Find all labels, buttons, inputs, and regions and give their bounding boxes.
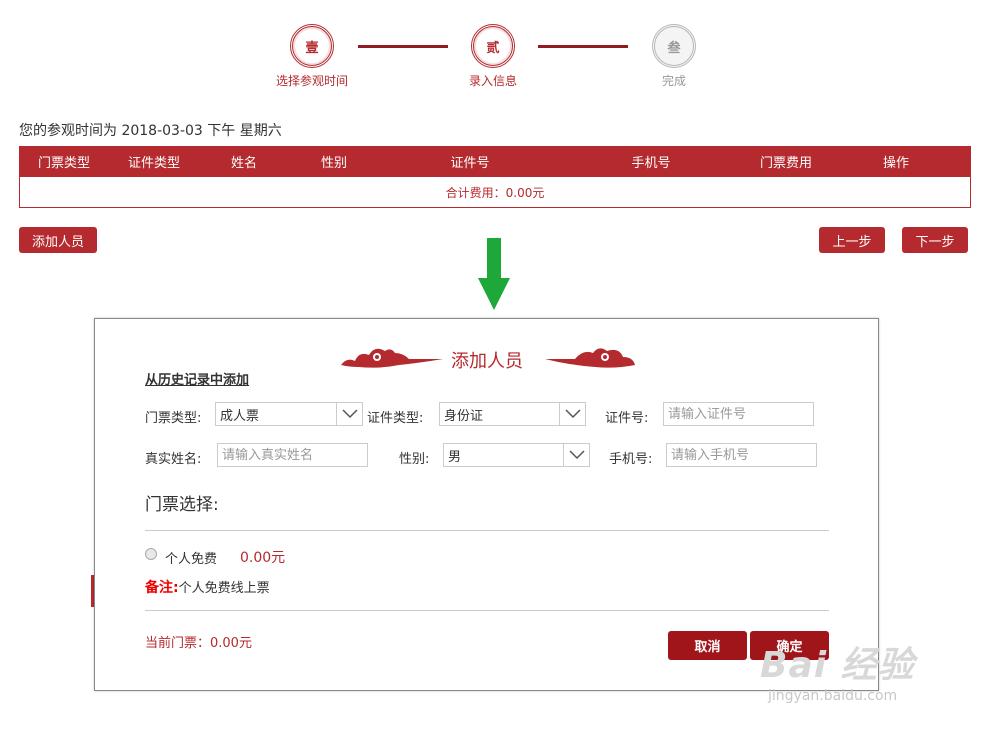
col-gender: 性别 [320,156,347,171]
id-type-select[interactable]: 身份证 [439,402,586,426]
visit-time-text: 您的参观时间为 2018-03-03 下午 星期六 [19,123,282,139]
step-3-label: 完成 [661,74,686,88]
ticket-type-value: 成人票 [220,408,260,424]
ticket-type-select[interactable]: 成人票 [215,402,363,426]
dialog-title: 添加人员 [451,351,523,372]
ticket-type-label: 门票类型: [145,411,202,426]
ticket-section-title: 门票选择: [145,495,219,515]
page: 壹 选择参观时间 贰 录入信息 叁 完成 您的参观时间为 2018-03-03 … [0,0,1000,750]
divider [145,610,829,611]
down-arrow-icon [478,238,510,310]
step-3: 叁 完成 [624,24,724,89]
id-type-label: 证件类型: [367,411,424,426]
table-total: 合计费用：0.00元 [19,177,971,208]
add-from-history-link[interactable]: 从历史记录中添加 [145,369,249,388]
watermark-url: jingyan.baidu.com [768,688,898,704]
gender-value: 男 [448,449,462,465]
visitor-table: 门票类型 证件类型 姓名 性别 证件号 手机号 门票费用 操作 合计费用：0.0… [19,146,971,208]
step-1-label: 选择参观时间 [275,74,348,88]
col-ticket-type: 门票类型 [37,156,90,171]
ticket-note: 备注:个人免费线上票 [145,577,270,597]
col-id-type: 证件类型 [127,156,180,171]
step-connector-2 [538,45,628,48]
cloud-right-icon [545,348,635,368]
col-phone: 手机号 [631,156,671,171]
id-type-value: 身份证 [444,408,484,424]
step-connector-1 [358,45,448,48]
note-label: 备注: [145,580,179,596]
phone-label: 手机号: [609,452,653,467]
gender-select[interactable]: 男 [443,443,590,467]
step-1-badge: 壹 [290,24,334,68]
step-2-label: 录入信息 [468,74,517,88]
ticket-option-radio[interactable] [145,548,157,560]
ticket-option-price: 0.00元 [240,550,286,566]
chevron-down-icon [336,403,362,425]
step-2: 贰 录入信息 [443,24,543,89]
divider [145,530,829,531]
phone-input[interactable] [666,443,817,467]
chevron-down-icon [559,403,585,425]
step-3-badge: 叁 [652,24,696,68]
note-text: 个人免费线上票 [178,581,270,596]
table-header: 门票类型 证件类型 姓名 性别 证件号 手机号 门票费用 操作 [19,146,971,177]
add-person-button[interactable]: 添加人员 [19,227,97,253]
col-actions: 操作 [882,156,909,171]
next-step-button[interactable]: 下一步 [902,227,968,253]
col-fee: 门票费用 [759,156,812,171]
id-number-input[interactable] [663,402,814,426]
prev-step-button[interactable]: 上一步 [819,227,885,253]
current-ticket-price: 当前门票：0.00元 [145,636,252,651]
id-number-label: 证件号: [605,411,649,426]
real-name-input[interactable] [217,443,368,467]
ticket-option-name: 个人免费 [165,552,218,567]
col-id-number: 证件号 [450,156,490,171]
real-name-label: 真实姓名: [145,452,202,467]
cloud-left-icon [341,348,443,368]
step-1: 壹 选择参观时间 [262,24,362,89]
gender-label: 性别: [399,452,430,467]
watermark-logo: Bai 经验 [760,645,915,686]
cancel-button[interactable]: 取消 [668,631,747,660]
chevron-down-icon [563,444,589,466]
step-2-badge: 贰 [471,24,515,68]
col-name: 姓名 [230,156,257,171]
baidu-watermark: Bai 经验 jingyan.baidu.com [760,636,915,704]
